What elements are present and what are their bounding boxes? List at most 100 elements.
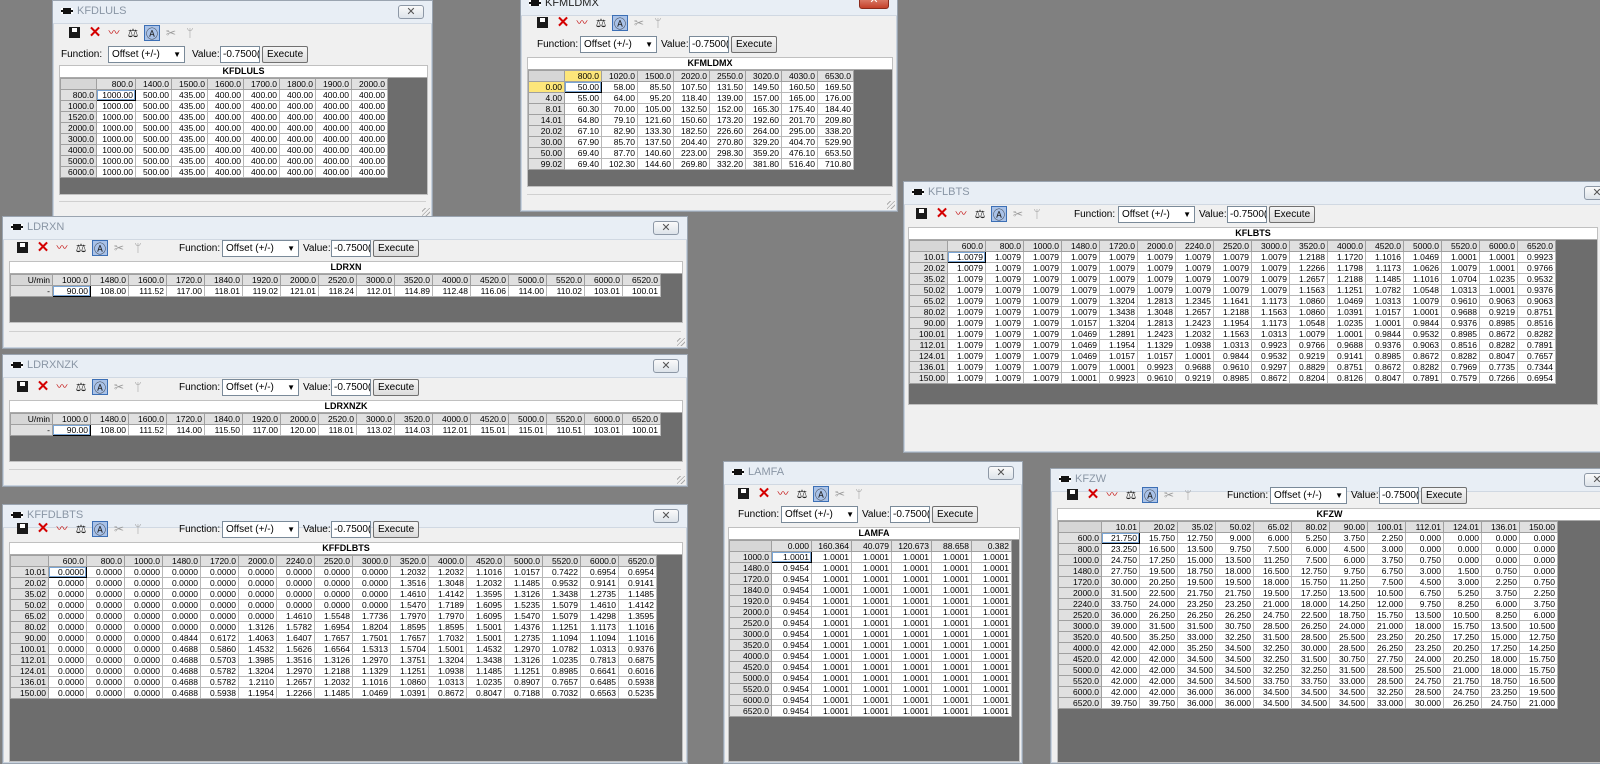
map-cell[interactable]: 111.52 <box>128 424 167 436</box>
map-cell[interactable]: 0.0000 <box>86 588 125 600</box>
map-cell[interactable]: 0.0000 <box>48 610 87 622</box>
map-cell[interactable]: 1.0001 <box>851 661 892 673</box>
map-cell[interactable]: 33.750 <box>1253 675 1292 687</box>
map-cell[interactable]: 1.0079 <box>985 295 1024 307</box>
map-cell[interactable]: 0.000 <box>1443 532 1482 544</box>
map-cell[interactable]: 0.4688 <box>162 665 201 677</box>
map-cell[interactable]: 1.0001 <box>811 562 852 574</box>
map-cell[interactable]: 0.9454 <box>771 694 812 706</box>
map-cell[interactable]: 0.0000 <box>124 676 163 688</box>
map-cell[interactable]: 140.60 <box>637 147 674 159</box>
map-cell[interactable]: 16.500 <box>1139 543 1178 555</box>
map-cell[interactable]: 1.0079 <box>1023 273 1062 285</box>
map-cell[interactable]: 1.0001 <box>931 683 972 695</box>
map-cell[interactable]: 1.3204 <box>1099 317 1138 329</box>
map-cell[interactable]: 175.40 <box>781 103 818 115</box>
map-cell[interactable]: 1.0001 <box>851 639 892 651</box>
map-cell[interactable]: 435.00 <box>171 100 208 112</box>
map-cell[interactable]: 100.01 <box>622 424 661 436</box>
map-cell[interactable]: 0.6954 <box>618 566 657 578</box>
map-cell[interactable]: 0.0000 <box>86 566 125 578</box>
map-cell[interactable]: 500.00 <box>135 133 172 145</box>
map-cell[interactable]: 0.0000 <box>314 566 353 578</box>
map-cell[interactable]: 1.0079 <box>1023 262 1062 274</box>
map-cell[interactable]: 1000.00 <box>96 89 136 101</box>
map-cell[interactable]: 1.0001 <box>811 617 852 629</box>
map-cell[interactable]: 34.500 <box>1215 664 1254 676</box>
map-cell[interactable]: 0.9219 <box>1289 350 1328 362</box>
map-cell[interactable]: 332.20 <box>709 158 746 170</box>
map-cell[interactable]: 400.00 <box>243 133 280 145</box>
map-cell[interactable]: 1.0079 <box>1251 284 1290 296</box>
map-cell[interactable]: 0.5703 <box>200 654 239 666</box>
map-cell[interactable]: 149.50 <box>745 81 782 93</box>
map-cell[interactable]: 1.1329 <box>1137 339 1176 351</box>
graph-icon[interactable]: 〰 <box>775 486 791 502</box>
map-cell[interactable]: 1.6564 <box>314 643 353 655</box>
map-cell[interactable]: 1.0079 <box>1023 372 1062 384</box>
map-cell[interactable]: 1.2032 <box>428 566 467 578</box>
map-cell[interactable]: 0.000 <box>1405 543 1444 555</box>
tools-icon[interactable]: ✂ <box>111 521 127 537</box>
map-cell[interactable]: 28.500 <box>1367 664 1406 676</box>
map-cell[interactable]: 31.500 <box>1291 653 1330 665</box>
map-cell[interactable]: 21.750 <box>1177 587 1216 599</box>
map-cell[interactable]: 1.5079 <box>542 610 581 622</box>
map-cell[interactable]: 1.0469 <box>1061 339 1100 351</box>
map-cell[interactable]: 1.0079 <box>1175 262 1214 274</box>
map-cell[interactable]: 119.02 <box>242 285 281 297</box>
map-cell[interactable]: 1000.00 <box>96 155 136 167</box>
map-cell[interactable]: 17.250 <box>1139 554 1178 566</box>
resize-grip[interactable] <box>422 208 430 216</box>
map-cell[interactable]: 108.00 <box>90 285 129 297</box>
map-cell[interactable]: 18.000 <box>1481 664 1520 676</box>
map-cell[interactable]: 55.00 <box>564 92 602 104</box>
map-cell[interactable]: 1.0001 <box>1099 361 1138 373</box>
map-cell[interactable]: 33.000 <box>1367 697 1406 709</box>
map-cell[interactable]: 39.750 <box>1139 697 1178 709</box>
map-cell[interactable]: 0.0000 <box>200 566 239 578</box>
map-cell[interactable]: 1.3204 <box>1099 295 1138 307</box>
map-cell[interactable]: 1.5001 <box>466 632 505 644</box>
map-cell[interactable]: 6.000 <box>1519 609 1558 621</box>
map-cell[interactable]: 1.0860 <box>1289 306 1328 318</box>
map-cell[interactable]: 1.6095 <box>466 610 505 622</box>
map-cell[interactable]: 15.750 <box>1291 576 1330 588</box>
map-cell[interactable]: 1.0079 <box>947 284 986 296</box>
map-cell[interactable]: 1.1563 <box>1251 306 1290 318</box>
map-cell[interactable]: 34.500 <box>1215 642 1254 654</box>
map-cell[interactable]: 1.0391 <box>390 687 429 699</box>
map-cell[interactable]: 264.00 <box>745 125 782 137</box>
map-cell[interactable]: 1.2735 <box>504 632 543 644</box>
map-cell[interactable]: 0.9219 <box>1479 306 1518 318</box>
map-cell[interactable]: 22.500 <box>1139 587 1178 599</box>
map-cell[interactable]: 0.5860 <box>200 643 239 655</box>
map-cell[interactable]: 0.4688 <box>162 654 201 666</box>
map-cell[interactable]: 0.0000 <box>48 632 87 644</box>
map-cell[interactable]: 4.500 <box>1405 576 1444 588</box>
map-cell[interactable]: 1.0469 <box>1061 328 1100 340</box>
map-cell[interactable]: 0.8047 <box>1365 372 1404 384</box>
map-cell[interactable]: 1.0079 <box>1099 262 1138 274</box>
map-cell[interactable]: 0.000 <box>1481 532 1520 544</box>
map-cell[interactable]: 35.250 <box>1139 631 1178 643</box>
map-cell[interactable]: 1.1094 <box>580 632 619 644</box>
map-cell[interactable]: 3.000 <box>1405 565 1444 577</box>
map-cell[interactable]: 1.2891 <box>1099 328 1138 340</box>
map-cell[interactable]: 1.2657 <box>276 676 315 688</box>
map-cell[interactable]: 36.000 <box>1177 686 1216 698</box>
map-cell[interactable]: 113.02 <box>356 424 395 436</box>
map-cell[interactable]: 0.0000 <box>352 599 391 611</box>
map-cell[interactable]: 15.000 <box>1481 631 1520 643</box>
map-cell[interactable]: 1.0001 <box>971 551 1012 563</box>
map-cell[interactable]: 0.0000 <box>162 599 201 611</box>
map-cell[interactable]: 1.0469 <box>1403 251 1442 263</box>
map-cell[interactable]: 1.0079 <box>985 317 1024 329</box>
map-cell[interactable]: 0.9063 <box>1517 295 1556 307</box>
map-cell[interactable]: 1.1563 <box>1289 284 1328 296</box>
map-cell[interactable]: 1.0860 <box>1289 295 1328 307</box>
map-cell[interactable]: 1.0001 <box>811 694 852 706</box>
map-cell[interactable]: 0.9454 <box>771 628 812 640</box>
map-cell[interactable]: 1.3516 <box>390 577 429 589</box>
map-cell[interactable]: 1.6407 <box>276 632 315 644</box>
